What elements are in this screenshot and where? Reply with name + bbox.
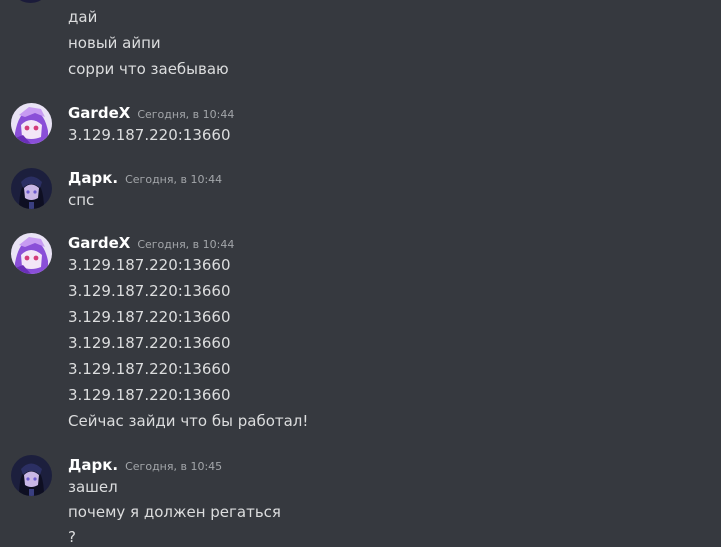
author-name-text[interactable]: Дарк. <box>68 169 118 187</box>
gardex-avatar[interactable] <box>11 103 52 144</box>
timestamp: Сегодня, в 10:44 <box>125 173 223 186</box>
message-list: дай новый айпи сорри что заебываю GardeX… <box>0 0 721 547</box>
message-text: ? <box>68 528 76 546</box>
message-text: новый айпи <box>68 34 161 52</box>
message-text: 3.129.187.220:13660 <box>68 126 231 144</box>
author-name-text[interactable]: GardeX <box>68 234 130 252</box>
message-text: 3.129.187.220:13660 <box>68 308 231 326</box>
author-name[interactable]: GardeX Сегодня, в 10:44 <box>68 103 234 125</box>
message-text: 3.129.187.220:13660 <box>68 282 231 300</box>
message-text: почему я должен регаться <box>68 503 281 521</box>
message-text: Сейчас зайди что бы работал! <box>68 412 309 430</box>
author-name[interactable]: Дарк. Сегодня, в 10:44 <box>68 168 222 190</box>
dark-avatar[interactable] <box>11 168 52 209</box>
message-text: дай <box>68 8 98 26</box>
gardex-avatar[interactable] <box>11 233 52 274</box>
author-name[interactable]: Дарк. Сегодня, в 10:45 <box>68 455 222 477</box>
timestamp: Сегодня, в 10:44 <box>137 238 235 251</box>
message-text: сорри что заебываю <box>68 60 229 78</box>
author-name-text[interactable]: GardeX <box>68 104 130 122</box>
timestamp: Сегодня, в 10:44 <box>137 108 235 121</box>
message-text: 3.129.187.220:13660 <box>68 334 231 352</box>
message-text: 3.129.187.220:13660 <box>68 256 231 274</box>
message-text: спс <box>68 191 95 209</box>
dark-avatar[interactable] <box>11 455 52 496</box>
message-text: зашел <box>68 478 118 496</box>
message-text: 3.129.187.220:13660 <box>68 360 231 378</box>
message-text: 3.129.187.220:13660 <box>68 386 231 404</box>
author-name[interactable]: GardeX Сегодня, в 10:44 <box>68 233 234 255</box>
timestamp: Сегодня, в 10:45 <box>125 460 223 473</box>
avatar[interactable] <box>10 0 51 3</box>
author-name-text[interactable]: Дарк. <box>68 456 118 474</box>
